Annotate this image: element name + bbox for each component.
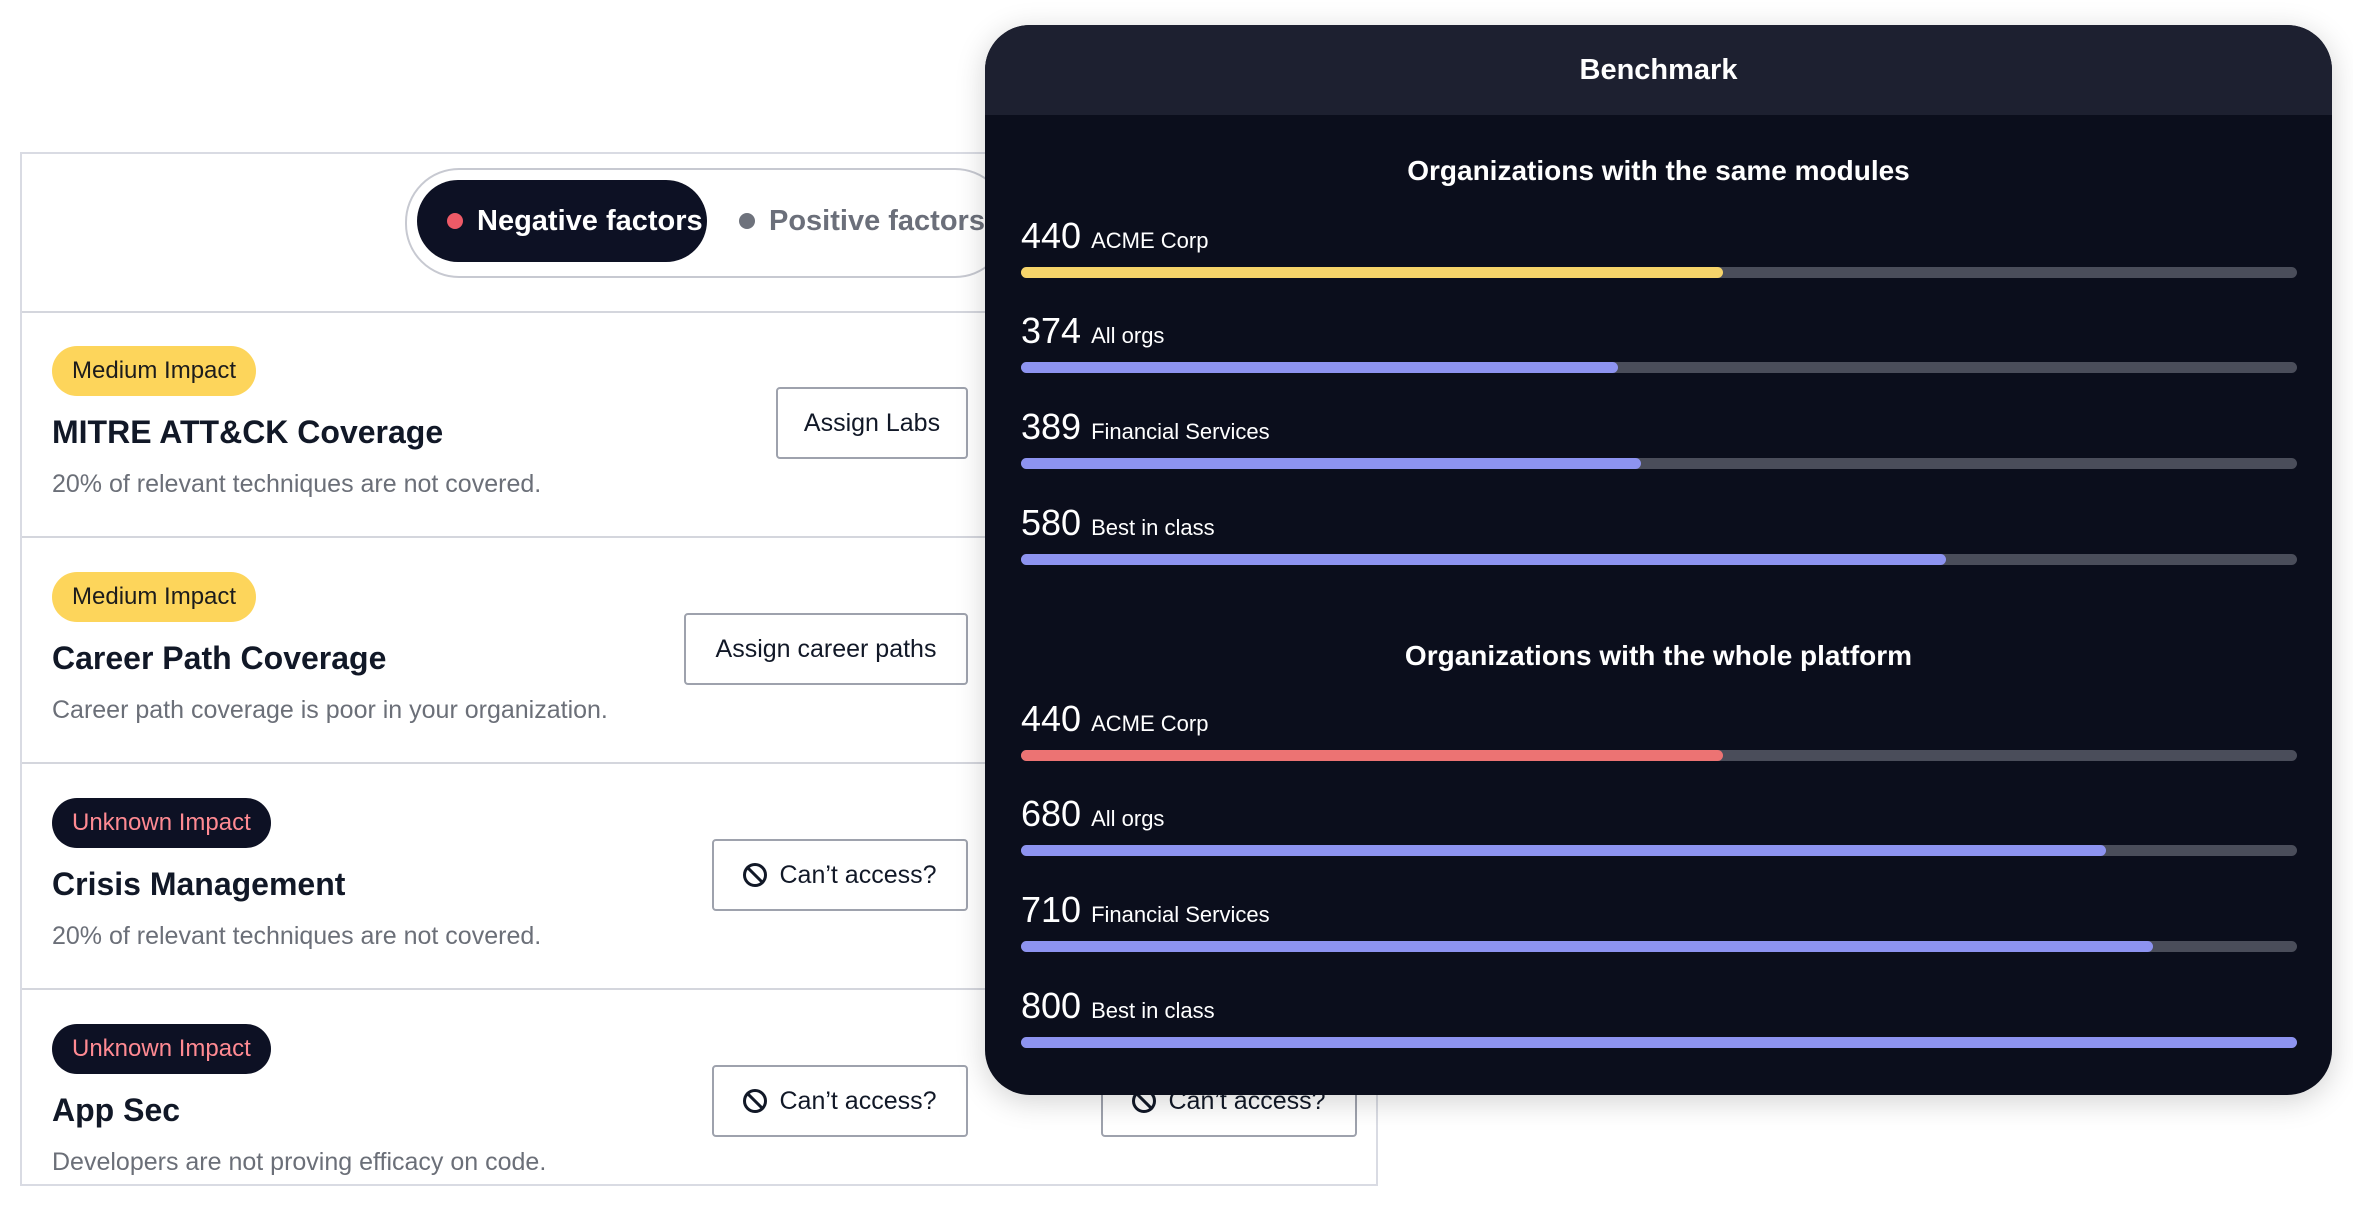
score-bar-track: [1021, 845, 2297, 856]
factor-description: Career path coverage is poor in your org…: [52, 696, 608, 724]
org-name: Best in class: [1091, 515, 1215, 540]
score-bar-track: [1021, 267, 2297, 278]
factor-description: Developers are not proving efficacy on c…: [52, 1148, 547, 1176]
impact-badge: Unknown Impact: [52, 1024, 271, 1074]
assign-labs-button[interactable]: Assign Labs: [776, 387, 968, 459]
red-dot-icon: [447, 213, 463, 229]
negative-factors-label: Negative factors: [477, 204, 703, 237]
org-name: Best in class: [1091, 998, 1215, 1023]
org-name: All orgs: [1091, 323, 1165, 348]
impact-badge: Medium Impact: [52, 572, 257, 622]
score-bar-fill: [1021, 554, 1947, 565]
factor-title: Career Path Coverage: [52, 640, 387, 676]
score-bar-fill: [1021, 267, 1723, 278]
ban-icon: [743, 863, 768, 887]
benchmark-header: Benchmark: [985, 25, 2332, 115]
factor-description: 20% of relevant techniques are not cover…: [52, 470, 542, 498]
impact-badge: Medium Impact: [52, 346, 257, 396]
org-name: All orgs: [1091, 806, 1165, 831]
score-value: 389: [1021, 406, 1082, 447]
score-bar-fill: [1021, 941, 2154, 952]
factor-description: 20% of relevant techniques are not cover…: [52, 922, 542, 950]
cant-access-button[interactable]: Can’t access?: [712, 1065, 968, 1137]
factor-title: App Sec: [52, 1092, 181, 1128]
score-bar-track: [1021, 941, 2297, 952]
benchmark-title: Benchmark: [1579, 53, 1738, 86]
score-bar-fill: [1021, 750, 1723, 761]
score-value: 710: [1021, 889, 1082, 930]
grey-dot-icon: [739, 213, 755, 229]
section-title-same-modules: Organizations with the same modules: [1407, 155, 1910, 186]
benchmark-row: 580 Best in class: [1021, 502, 2297, 582]
score-bar-track: [1021, 458, 2297, 469]
score-value: 440: [1021, 215, 1082, 256]
section-title-whole-platform: Organizations with the whole platform: [1404, 640, 1913, 671]
score-value: 680: [1021, 793, 1082, 834]
score-value: 800: [1021, 985, 1082, 1026]
score-bar-track: [1021, 362, 2297, 373]
cant-access-label: Can’t access?: [779, 1086, 937, 1115]
score-value: 374: [1021, 310, 1082, 351]
score-bar-track: [1021, 554, 2297, 565]
factor-title: Crisis Management: [52, 866, 346, 902]
benchmark-row: 800 Best in class: [1021, 985, 2297, 1065]
score-bar-fill: [1021, 362, 1618, 373]
org-name: ACME Corp: [1091, 228, 1209, 253]
impact-badge: Unknown Impact: [52, 798, 271, 848]
score-value: 580: [1021, 502, 1082, 543]
factor-title: MITRE ATT&CK Coverage: [52, 414, 444, 450]
benchmark-panel: Benchmark Organizations with the same mo…: [985, 25, 2332, 1095]
assign-career-paths-button[interactable]: Assign career paths: [684, 613, 968, 685]
positive-factors-label: Positive factors: [769, 204, 985, 237]
positive-factors-tab[interactable]: Positive factors: [727, 180, 1017, 262]
score-bar-track: [1021, 1037, 2297, 1048]
assign-labs-label: Assign Labs: [803, 408, 941, 437]
negative-factors-tab[interactable]: Negative factors: [417, 180, 707, 262]
benchmark-row: 680 All orgs: [1021, 793, 2297, 873]
score-bar-fill: [1021, 1037, 2297, 1048]
benchmark-row: 440 ACME Corp: [1021, 698, 2297, 778]
benchmark-row: 440 ACME Corp: [1021, 215, 2297, 295]
assign-career-paths-label: Assign career paths: [715, 634, 937, 663]
score-bar-fill: [1021, 845, 2106, 856]
score-value: 440: [1021, 698, 1082, 739]
cant-access-button[interactable]: Can’t access?: [712, 839, 968, 911]
org-name: ACME Corp: [1091, 711, 1209, 736]
org-name: Financial Services: [1091, 902, 1270, 927]
benchmark-row: 710 Financial Services: [1021, 889, 2297, 969]
benchmark-row: 374 All orgs: [1021, 310, 2297, 390]
org-name: Financial Services: [1091, 419, 1270, 444]
ban-icon: [743, 1089, 768, 1113]
score-bar-fill: [1021, 458, 1642, 469]
cant-access-label: Can’t access?: [779, 860, 937, 889]
benchmark-row: 389 Financial Services: [1021, 406, 2297, 486]
score-bar-track: [1021, 750, 2297, 761]
factor-toggle: Negative factors Positive factors: [405, 168, 1009, 278]
